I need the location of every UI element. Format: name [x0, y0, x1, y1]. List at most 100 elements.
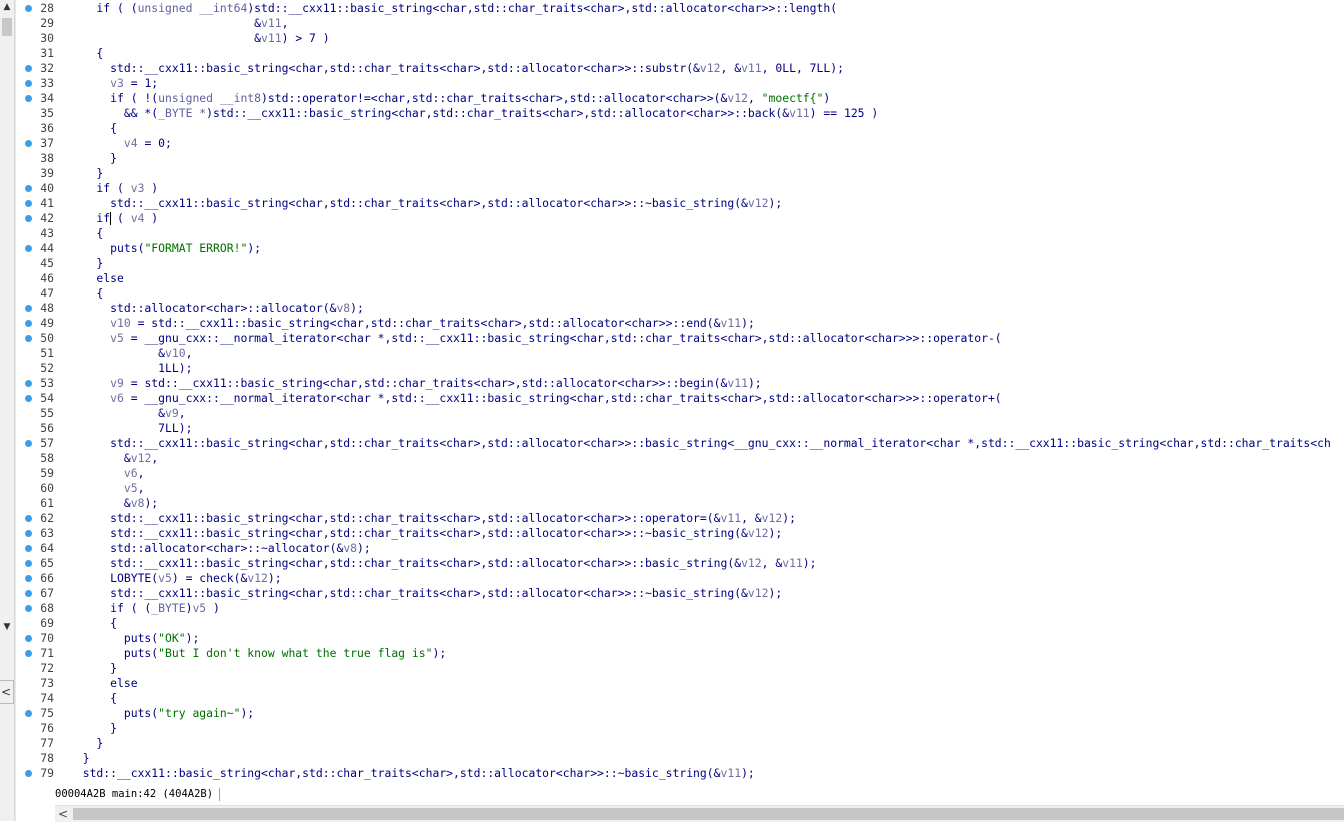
code-line[interactable]: 38 }	[16, 151, 1344, 166]
code-text[interactable]: puts("FORMAT ERROR!");	[69, 241, 261, 256]
collapse-panel-button[interactable]: <	[0, 680, 14, 704]
code-text[interactable]: LOBYTE(v5) = check(&v12);	[69, 571, 281, 586]
code-line[interactable]: 76 }	[16, 721, 1344, 736]
code-text[interactable]: &v11,	[69, 16, 288, 31]
code-line[interactable]: 53 v9 = std::__cxx11::basic_string<char,…	[16, 376, 1344, 391]
code-text[interactable]: std::__cxx11::basic_string<char,std::cha…	[69, 196, 782, 211]
code-line[interactable]: 70 puts("OK");	[16, 631, 1344, 646]
code-text[interactable]: {	[69, 226, 103, 241]
code-line[interactable]: 51 &v10,	[16, 346, 1344, 361]
code-text[interactable]: && *(_BYTE *)std::__cxx11::basic_string<…	[69, 106, 878, 121]
code-text[interactable]: std::__cxx11::basic_string<char,std::cha…	[69, 61, 844, 76]
breakpoint-dot-icon[interactable]	[25, 65, 32, 72]
code-line[interactable]: 54 v6 = __gnu_cxx::__normal_iterator<cha…	[16, 391, 1344, 406]
code-text[interactable]: puts("But I don't know what the true fla…	[69, 646, 446, 661]
breakpoint-dot-icon[interactable]	[25, 515, 32, 522]
code-text[interactable]: v3 = 1;	[69, 76, 158, 91]
code-line[interactable]: 77 }	[16, 736, 1344, 751]
breakpoint-dot-icon[interactable]	[25, 770, 32, 777]
horizontal-scrollbar[interactable]: <	[55, 805, 1344, 822]
code-text[interactable]: v10 = std::__cxx11::basic_string<char,st…	[69, 316, 755, 331]
code-text[interactable]: }	[69, 721, 117, 736]
code-text[interactable]: if ( v4 )	[69, 211, 158, 226]
code-line[interactable]: 62 std::__cxx11::basic_string<char,std::…	[16, 511, 1344, 526]
breakpoint-dot-icon[interactable]	[25, 200, 32, 207]
code-line[interactable]: 32 std::__cxx11::basic_string<char,std::…	[16, 61, 1344, 76]
code-line[interactable]: 28 if ( (unsigned __int64)std::__cxx11::…	[16, 1, 1344, 16]
code-line[interactable]: 36 {	[16, 121, 1344, 136]
breakpoint-dot-icon[interactable]	[25, 215, 32, 222]
code-text[interactable]: 7LL);	[69, 421, 192, 436]
code-line[interactable]: 59 v6,	[16, 466, 1344, 481]
code-line[interactable]: 29 &v11,	[16, 16, 1344, 31]
code-line[interactable]: 47 {	[16, 286, 1344, 301]
code-text[interactable]: 1LL);	[69, 361, 192, 376]
code-text[interactable]: }	[69, 151, 117, 166]
code-text[interactable]: }	[69, 736, 103, 751]
code-text[interactable]: puts("OK");	[69, 631, 199, 646]
code-text[interactable]: if ( v3 )	[69, 181, 158, 196]
code-line[interactable]: 49 v10 = std::__cxx11::basic_string<char…	[16, 316, 1344, 331]
code-text[interactable]: else	[69, 271, 123, 286]
breakpoint-dot-icon[interactable]	[25, 440, 32, 447]
breakpoint-dot-icon[interactable]	[25, 560, 32, 567]
code-line[interactable]: 60 v5,	[16, 481, 1344, 496]
code-line[interactable]: 75 puts("try again~");	[16, 706, 1344, 721]
code-line[interactable]: 52 1LL);	[16, 361, 1344, 376]
breakpoint-dot-icon[interactable]	[25, 380, 32, 387]
code-line[interactable]: 61 &v8);	[16, 496, 1344, 511]
code-text[interactable]: std::__cxx11::basic_string<char,std::cha…	[69, 436, 1331, 451]
code-line[interactable]: 78 }	[16, 751, 1344, 766]
code-line[interactable]: 64 std::allocator<char>::~allocator(&v8)…	[16, 541, 1344, 556]
breakpoint-dot-icon[interactable]	[25, 320, 32, 327]
code-text[interactable]: std::__cxx11::basic_string<char,std::cha…	[69, 586, 782, 601]
breakpoint-dot-icon[interactable]	[25, 335, 32, 342]
code-text[interactable]: puts("try again~");	[69, 706, 254, 721]
code-text[interactable]: std::__cxx11::basic_string<char,std::cha…	[69, 556, 816, 571]
code-text[interactable]: {	[69, 46, 103, 61]
code-text[interactable]: std::__cxx11::basic_string<char,std::cha…	[69, 526, 782, 541]
code-line[interactable]: 48 std::allocator<char>::allocator(&v8);	[16, 301, 1344, 316]
scroll-up-icon[interactable]: ▲	[0, 0, 14, 14]
code-text[interactable]: }	[69, 751, 90, 766]
code-line[interactable]: 33 v3 = 1;	[16, 76, 1344, 91]
breakpoint-dot-icon[interactable]	[25, 545, 32, 552]
code-line[interactable]: 43 {	[16, 226, 1344, 241]
code-line[interactable]: 79 std::__cxx11::basic_string<char,std::…	[16, 766, 1344, 781]
code-line[interactable]: 37 v4 = 0;	[16, 136, 1344, 151]
code-text[interactable]: {	[69, 691, 117, 706]
scroll-down-icon[interactable]: ▼	[0, 620, 14, 634]
code-text[interactable]: &v11) > 7 )	[69, 31, 329, 46]
code-line[interactable]: 57 std::__cxx11::basic_string<char,std::…	[16, 436, 1344, 451]
code-line[interactable]: 41 std::__cxx11::basic_string<char,std::…	[16, 196, 1344, 211]
code-line[interactable]: 34 if ( !(unsigned __int8)std::operator!…	[16, 91, 1344, 106]
pseudocode-editor[interactable]: 28 if ( (unsigned __int64)std::__cxx11::…	[16, 0, 1344, 785]
breakpoint-dot-icon[interactable]	[25, 95, 32, 102]
code-line[interactable]: 45 }	[16, 256, 1344, 271]
code-line[interactable]: 66 LOBYTE(v5) = check(&v12);	[16, 571, 1344, 586]
breakpoint-dot-icon[interactable]	[25, 5, 32, 12]
code-text[interactable]: else	[69, 676, 137, 691]
code-text[interactable]: {	[69, 121, 117, 136]
code-line[interactable]: 46 else	[16, 271, 1344, 286]
breakpoint-dot-icon[interactable]	[25, 635, 32, 642]
breakpoint-dot-icon[interactable]	[25, 530, 32, 537]
scrollbar-thumb[interactable]	[2, 18, 12, 36]
code-line[interactable]: 68 if ( (_BYTE)v5 )	[16, 601, 1344, 616]
code-line[interactable]: 67 std::__cxx11::basic_string<char,std::…	[16, 586, 1344, 601]
breakpoint-dot-icon[interactable]	[25, 305, 32, 312]
code-line[interactable]: 42 if ( v4 )	[16, 211, 1344, 226]
breakpoint-dot-icon[interactable]	[25, 650, 32, 657]
breakpoint-dot-icon[interactable]	[25, 140, 32, 147]
code-text[interactable]: v6 = __gnu_cxx::__normal_iterator<char *…	[69, 391, 1002, 406]
code-text[interactable]: if ( (_BYTE)v5 )	[69, 601, 220, 616]
horizontal-scrollbar-thumb[interactable]	[73, 808, 1344, 820]
code-text[interactable]: std::allocator<char>::allocator(&v8);	[69, 301, 364, 316]
code-text[interactable]: {	[69, 286, 103, 301]
breakpoint-dot-icon[interactable]	[25, 605, 32, 612]
breakpoint-dot-icon[interactable]	[25, 575, 32, 582]
breakpoint-dot-icon[interactable]	[25, 395, 32, 402]
code-text[interactable]: }	[69, 661, 117, 676]
code-text[interactable]: if ( !(unsigned __int8)std::operator!=<c…	[69, 91, 830, 106]
code-text[interactable]: &v10,	[69, 346, 192, 361]
